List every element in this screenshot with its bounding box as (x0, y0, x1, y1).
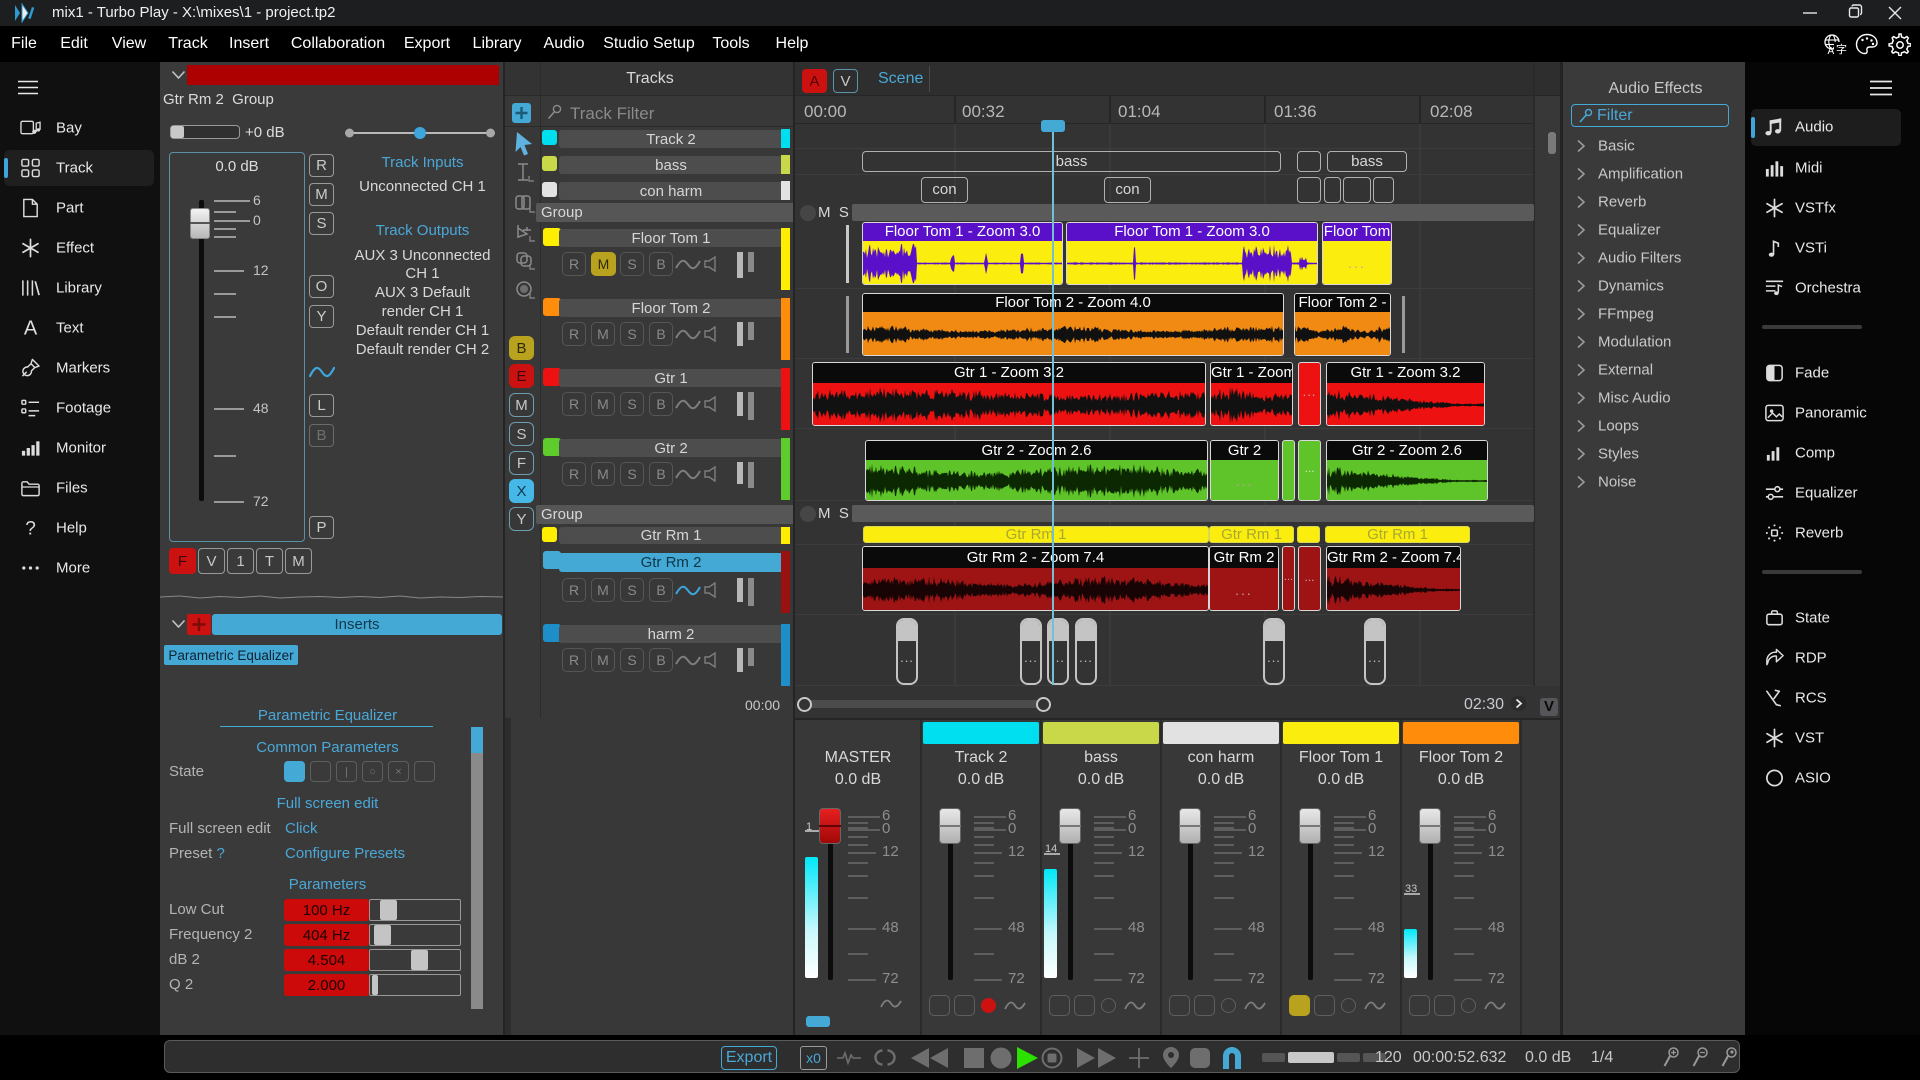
svg-text:?: ? (25, 519, 36, 539)
svg-text:A: A (1828, 46, 1835, 55)
svg-text:字: 字 (1836, 42, 1847, 55)
svg-text:A: A (24, 318, 38, 339)
